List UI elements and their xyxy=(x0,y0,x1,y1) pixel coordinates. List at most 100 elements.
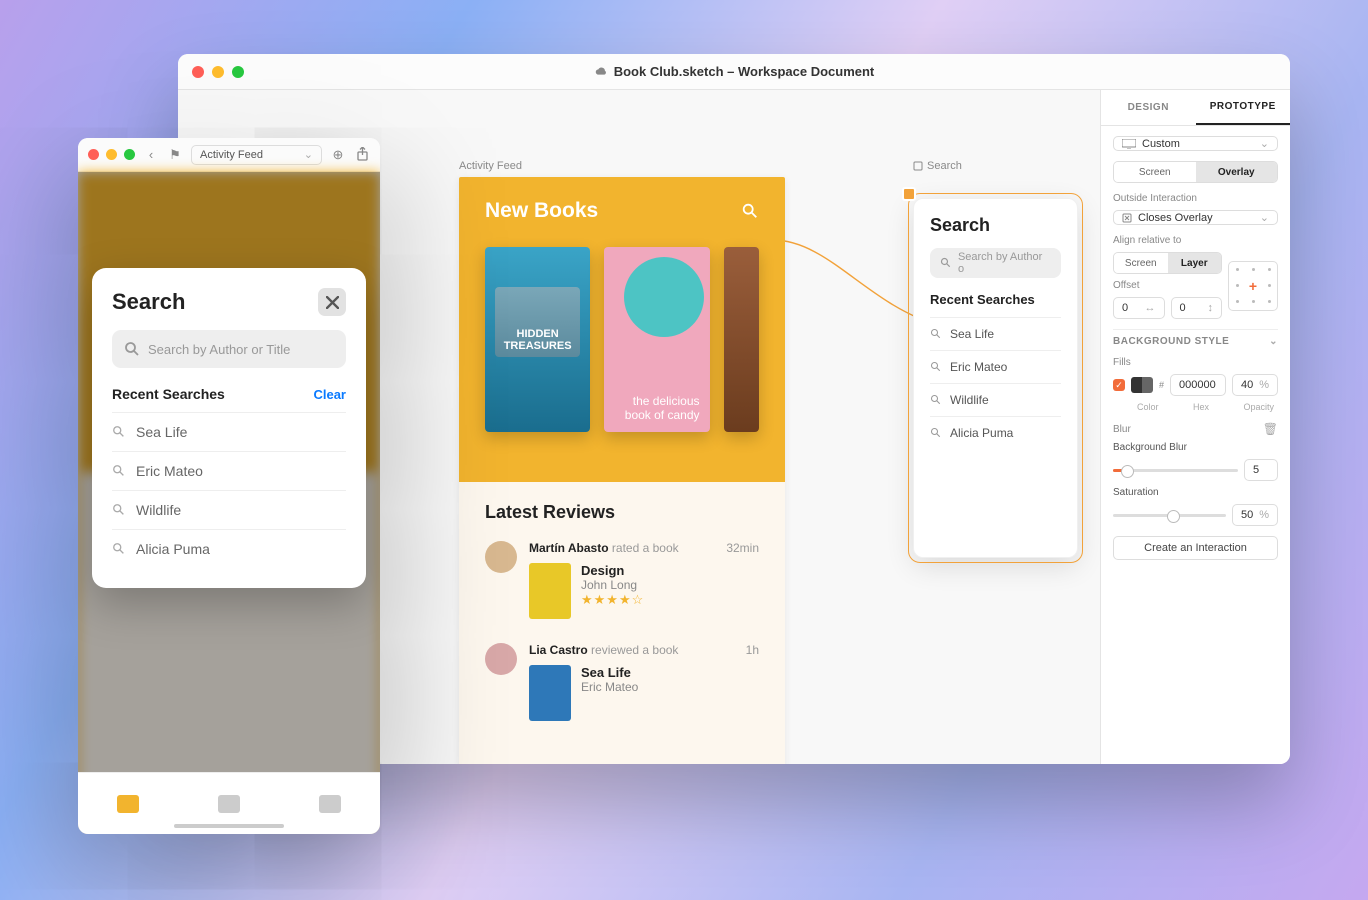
review-time: 32min xyxy=(726,541,759,555)
anchor-center[interactable]: + xyxy=(1249,278,1257,294)
search-icon xyxy=(112,464,126,478)
tab-home[interactable] xyxy=(117,795,139,813)
offset-x-field[interactable]: 0↔ xyxy=(1113,297,1165,319)
close-light[interactable] xyxy=(88,149,99,160)
offset-label: Offset xyxy=(1113,280,1222,291)
blur-label: Blur xyxy=(1113,424,1131,435)
add-button[interactable]: ⊕ xyxy=(330,147,346,163)
traffic-lights xyxy=(88,149,135,160)
home-indicator xyxy=(174,824,284,828)
fill-enabled-checkbox[interactable]: ✓ xyxy=(1113,379,1125,391)
offset-y-field[interactable]: 0↕ xyxy=(1171,297,1223,319)
blur-value-field[interactable]: 5 xyxy=(1244,459,1278,481)
saturation-slider[interactable] xyxy=(1113,514,1226,517)
search-icon xyxy=(930,427,942,439)
window-title: Book Club.sketch – Workspace Document xyxy=(178,64,1290,79)
artboard-label-search[interactable]: Search xyxy=(913,160,962,172)
horizontal-icon: ↔ xyxy=(1145,302,1156,314)
seg-align-screen[interactable]: Screen xyxy=(1114,253,1168,273)
monitor-icon xyxy=(1122,139,1136,149)
outside-interaction-label: Outside Interaction xyxy=(1113,193,1278,204)
fill-swatch[interactable] xyxy=(1131,377,1153,393)
artboard-search-overlay[interactable]: Search Search by Author o Recent Searche… xyxy=(913,198,1078,558)
clear-button[interactable]: Clear xyxy=(313,387,346,402)
overlay-title: Search xyxy=(112,289,185,315)
overlay-icon xyxy=(913,161,923,171)
flag-icon[interactable]: ⚑ xyxy=(167,147,183,163)
preview-window: ‹ ⚑ Activity Feed ⌄ ⊕ Search Search by A… xyxy=(78,138,380,834)
search-icon xyxy=(930,361,942,373)
minimize-light[interactable] xyxy=(106,149,117,160)
review-item[interactable]: Lia Castro reviewed a book 1h Sea Life E… xyxy=(485,643,759,721)
search-field[interactable]: Search by Author o xyxy=(930,248,1061,278)
tab-library[interactable] xyxy=(218,795,240,813)
book-thumb xyxy=(529,563,571,619)
feed-hero-title: New Books xyxy=(485,199,598,223)
screen-overlay-segment[interactable]: Screen Overlay xyxy=(1113,161,1278,183)
book-row: HIDDEN TREASURES the delicious book of c… xyxy=(485,247,759,432)
window-title-text: Book Club.sketch – Workspace Document xyxy=(614,64,875,79)
screen-type-select[interactable]: Custom ⌄ xyxy=(1113,136,1278,151)
artboard-select[interactable]: Activity Feed ⌄ xyxy=(191,145,322,165)
preview-body: Search Search by Author or Title Recent … xyxy=(78,172,380,834)
recent-item[interactable]: Sea Life xyxy=(930,317,1061,350)
star-rating: ★★★★☆ xyxy=(581,592,644,608)
back-button[interactable]: ‹ xyxy=(143,147,159,163)
chevron-down-icon[interactable]: ⌄ xyxy=(1269,336,1278,347)
tab-stats[interactable] xyxy=(319,795,341,813)
anchor-grid[interactable]: + xyxy=(1228,261,1278,311)
seg-overlay[interactable]: Overlay xyxy=(1196,162,1278,182)
book-cover[interactable]: HIDDEN TREASURES xyxy=(485,247,590,432)
bg-style-label: BACKGROUND STYLE xyxy=(1113,336,1229,347)
blur-slider[interactable] xyxy=(1113,469,1238,472)
fills-label: Fills xyxy=(1113,357,1278,368)
fill-opacity-field[interactable]: 40% xyxy=(1232,374,1278,396)
recent-item[interactable]: Eric Mateo xyxy=(112,451,346,490)
seg-align-layer[interactable]: Layer xyxy=(1168,253,1222,273)
search-icon xyxy=(112,542,126,556)
search-overlay: Search Search by Author or Title Recent … xyxy=(92,268,366,588)
artboard-label-feed[interactable]: Activity Feed xyxy=(459,160,522,172)
reviews-title: Latest Reviews xyxy=(485,502,759,523)
artboard-activity-feed[interactable]: New Books HIDDEN TREASURES the delicious… xyxy=(459,177,785,764)
avatar xyxy=(485,541,517,573)
saturation-value-field[interactable]: 50% xyxy=(1232,504,1278,526)
align-segment[interactable]: Screen Layer xyxy=(1113,252,1222,274)
create-interaction-button[interactable]: Create an Interaction xyxy=(1113,536,1278,560)
book-cover[interactable]: the delicious book of candy xyxy=(604,247,709,432)
inspector-tabs: DESIGN PROTOTYPE xyxy=(1101,90,1290,126)
saturation-label: Saturation xyxy=(1113,487,1278,498)
recent-item[interactable]: Alicia Puma xyxy=(112,529,346,568)
search-field[interactable]: Search by Author or Title xyxy=(112,330,346,368)
recent-item[interactable]: Wildlife xyxy=(930,383,1061,416)
chevron-updown-icon: ⌄ xyxy=(304,148,313,161)
fill-hex-field[interactable]: 000000 xyxy=(1170,374,1226,396)
recent-item[interactable]: Alicia Puma xyxy=(930,416,1061,449)
search-icon xyxy=(112,425,126,439)
recent-item[interactable]: Wildlife xyxy=(112,490,346,529)
vertical-icon: ↕ xyxy=(1208,302,1214,314)
titlebar: Book Club.sketch – Workspace Document xyxy=(178,54,1290,90)
prototype-hotspot[interactable] xyxy=(902,187,916,201)
review-item[interactable]: Martín Abasto rated a book 32min Design … xyxy=(485,541,759,619)
tab-design[interactable]: DESIGN xyxy=(1101,90,1196,125)
seg-screen[interactable]: Screen xyxy=(1114,162,1196,182)
book-cover[interactable] xyxy=(724,247,760,432)
feed-hero: New Books HIDDEN TREASURES the delicious… xyxy=(459,177,785,482)
close-icon xyxy=(326,296,339,309)
search-icon xyxy=(930,328,942,340)
recent-item[interactable]: Eric Mateo xyxy=(930,350,1061,383)
zoom-light[interactable] xyxy=(124,149,135,160)
recent-title: Recent Searches xyxy=(930,292,1061,307)
outside-interaction-select[interactable]: Closes Overlay ⌄ xyxy=(1113,210,1278,225)
search-icon[interactable] xyxy=(741,202,759,220)
feed-body: Latest Reviews Martín Abasto rated a boo… xyxy=(459,482,785,764)
search-icon xyxy=(112,503,126,517)
recent-title: Recent Searches xyxy=(112,386,225,402)
search-icon xyxy=(940,257,952,269)
trash-icon[interactable]: 🗑 xyxy=(1263,422,1278,436)
recent-item[interactable]: Sea Life xyxy=(112,412,346,451)
tab-prototype[interactable]: PROTOTYPE xyxy=(1196,90,1291,125)
close-button[interactable] xyxy=(318,288,346,316)
share-icon[interactable] xyxy=(354,147,370,163)
